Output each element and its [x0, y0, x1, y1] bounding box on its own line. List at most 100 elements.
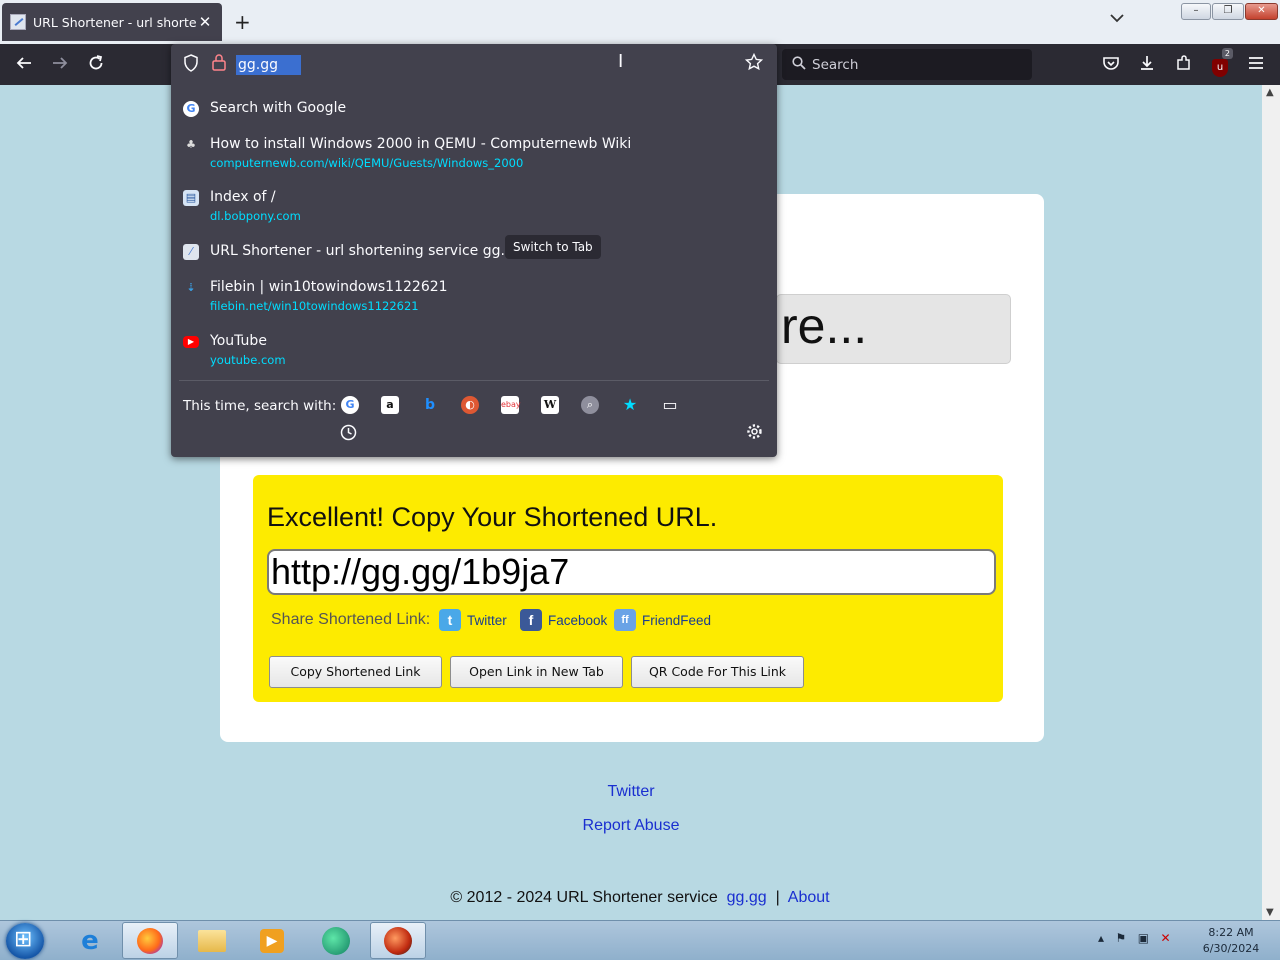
ublock-badge: 2	[1221, 48, 1233, 59]
tab-url-shortener[interactable]: URL Shortener - url shortening ✕	[2, 3, 222, 41]
tracking-protection-shield-icon[interactable]	[183, 54, 199, 76]
ublock-shield-icon: u	[1212, 59, 1228, 77]
ebay-engine-icon[interactable]: ebay	[501, 396, 521, 414]
footer-twitter-link[interactable]: Twitter	[531, 783, 731, 801]
window-restore-button[interactable]: ❐	[1212, 3, 1244, 20]
hamburger-menu-icon[interactable]	[1245, 54, 1267, 76]
scroll-down-icon[interactable]: ▼	[1266, 907, 1274, 918]
suggestion-title: YouTube	[210, 333, 267, 349]
open-link-new-tab-button[interactable]: Open Link in New Tab	[450, 656, 623, 688]
reload-icon[interactable]	[85, 54, 107, 76]
red-app-taskbar-icon	[384, 926, 412, 955]
suggestion-url: youtube.com	[210, 353, 286, 367]
search-bar-placeholder: Search	[812, 56, 859, 73]
back-arrow-icon[interactable]	[13, 54, 35, 76]
taskbar-clock[interactable]: 8:22 AM 6/30/2024	[1196, 925, 1266, 957]
new-tab-button[interactable]: +	[234, 10, 251, 34]
clock-time: 8:22 AM	[1208, 926, 1254, 939]
share-facebook-link[interactable]: f Facebook	[520, 609, 607, 631]
page-favicon-icon	[10, 14, 26, 30]
google-icon: G	[183, 101, 199, 117]
volume-muted-icon[interactable]: ✕	[1161, 931, 1171, 945]
window-close-button[interactable]: ✕	[1245, 3, 1278, 20]
system-tray: ▴ ⚑ ▣ ✕	[1098, 931, 1171, 945]
suggestion-title: URL Shortener - url shortening service g…	[210, 243, 523, 259]
bookmark-star-icon[interactable]	[744, 52, 764, 76]
friendfeed-icon: ff	[614, 609, 636, 631]
insecure-lock-icon[interactable]	[211, 53, 227, 75]
share-twitter-link[interactable]: t Twitter	[439, 609, 507, 631]
firefox-taskbar-button[interactable]	[122, 922, 178, 959]
search-settings-gear-icon[interactable]	[746, 423, 763, 445]
share-twitter-label: Twitter	[467, 612, 507, 628]
tab-title: URL Shortener - url shortening	[33, 14, 196, 30]
tab-strip: URL Shortener - url shortening ✕ + – ❐ ✕	[0, 0, 1280, 44]
wiki-icon: ♣	[186, 138, 196, 151]
long-url-input[interactable]: re...	[776, 294, 1011, 364]
this-time-search-label: This time, search with:	[183, 398, 337, 414]
page-scrollbar[interactable]: ▲ ▼	[1262, 85, 1280, 920]
google-engine-icon[interactable]: G	[341, 396, 359, 414]
media-player-icon[interactable]: ▶	[244, 922, 300, 959]
suggestion-title: Search with Google	[210, 100, 347, 116]
search-engine-icon[interactable]: ⌕	[581, 396, 599, 414]
report-abuse-link[interactable]: Report Abuse	[531, 817, 731, 835]
switch-to-tab-badge[interactable]: Switch to Tab	[505, 235, 601, 259]
clock-date: 6/30/2024	[1202, 942, 1260, 955]
folder-taskbar-icon	[198, 929, 226, 952]
media-player-taskbar-icon: ▶	[260, 928, 284, 953]
pocket-icon[interactable]	[1100, 54, 1122, 76]
bookmarks-star-icon[interactable]: ★	[621, 396, 639, 414]
suggestion-url: computernewb.com/wiki/QEMU/Guests/Window…	[210, 156, 524, 170]
history-clock-icon[interactable]	[340, 424, 357, 445]
show-hidden-icons-icon[interactable]: ▴	[1098, 931, 1104, 945]
tab-close-icon[interactable]: ✕	[196, 13, 214, 31]
address-input[interactable]	[236, 55, 301, 75]
result-panel: Excellent! Copy Your Shortened URL. Shar…	[253, 475, 1003, 702]
suggestion-title: How to install Windows 2000 in QEMU - Co…	[210, 136, 632, 152]
scroll-up-icon[interactable]: ▲	[1266, 87, 1274, 98]
text-cursor-icon: I	[618, 51, 624, 72]
share-friendfeed-label: FriendFeed	[642, 612, 712, 628]
windows-taskbar: e ▶ ▴ ⚑ ▣ ✕ 8:22 AM 6/30/2024	[0, 920, 1280, 960]
network-icon[interactable]: ▣	[1138, 931, 1149, 945]
footer: © 2012 - 2024 URL Shortener service gg.g…	[0, 889, 1280, 907]
urlbar-dropdown: I G Search with Google ♣ How to install …	[171, 44, 777, 457]
twitter-icon: t	[439, 609, 461, 631]
share-friendfeed-link[interactable]: ff FriendFeed	[614, 609, 711, 631]
copy-shortened-link-button[interactable]: Copy Shortened Link	[269, 656, 442, 688]
bing-engine-icon[interactable]: b	[421, 396, 439, 414]
search-bar[interactable]: Search	[782, 49, 1032, 80]
qr-code-button[interactable]: QR Code For This Link	[631, 656, 804, 688]
wikipedia-engine-icon[interactable]: W	[541, 396, 559, 414]
action-center-flag-icon[interactable]: ⚑	[1115, 931, 1126, 945]
facebook-icon: f	[520, 609, 542, 631]
result-headline: Excellent! Copy Your Shortened URL.	[267, 502, 718, 532]
folder-icon: ▤	[183, 190, 199, 206]
search-icon	[792, 55, 806, 74]
long-url-text: re...	[781, 298, 868, 354]
shortened-url-field[interactable]	[267, 549, 996, 595]
forward-arrow-icon[interactable]	[49, 54, 71, 76]
app-green-icon[interactable]	[308, 922, 364, 959]
dropdown-divider	[179, 380, 769, 381]
duckduckgo-engine-icon[interactable]: ◐	[461, 396, 479, 414]
window-minimize-button[interactable]: –	[1181, 3, 1211, 20]
footer-site-link[interactable]: gg.gg	[727, 889, 767, 906]
internet-explorer-icon[interactable]: e	[62, 922, 118, 959]
page-icon: ⁄	[183, 244, 199, 260]
copyright-text: © 2012 - 2024 URL Shortener service	[450, 889, 718, 906]
start-button[interactable]	[6, 923, 44, 959]
amazon-engine-icon[interactable]: a	[381, 396, 399, 414]
file-explorer-icon[interactable]	[184, 922, 240, 959]
urlbar[interactable]: I	[171, 44, 777, 84]
green-app-taskbar-icon	[322, 926, 350, 955]
footer-about-link[interactable]: About	[788, 889, 830, 906]
list-all-tabs-icon[interactable]	[1110, 12, 1124, 26]
downloads-icon[interactable]	[1136, 54, 1158, 76]
extensions-puzzle-icon[interactable]	[1173, 54, 1195, 76]
tabs-icon[interactable]: ▭	[661, 396, 679, 414]
app-red-taskbar-button[interactable]	[370, 922, 426, 959]
ublock-origin-icon[interactable]: u 2	[1209, 48, 1233, 77]
youtube-icon: ▶	[183, 336, 199, 348]
